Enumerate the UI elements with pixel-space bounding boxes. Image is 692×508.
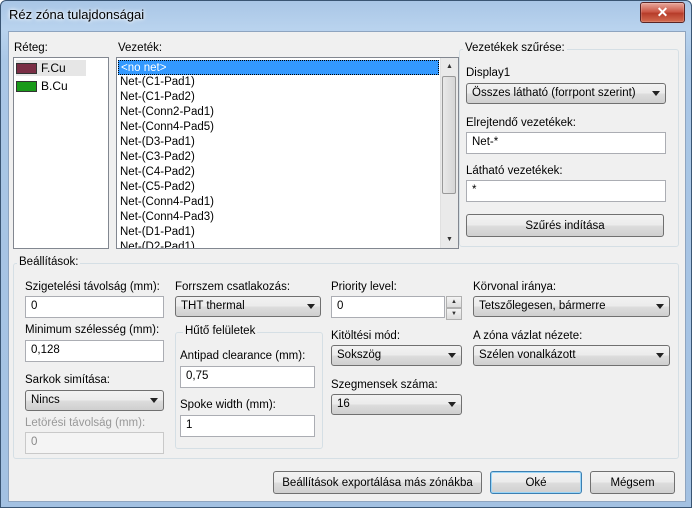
net-list-item[interactable]: Net-(C3-Pad2) bbox=[118, 150, 439, 165]
scroll-thumb[interactable] bbox=[442, 76, 456, 194]
filter-group-label: Vezetékek szűrése: bbox=[463, 42, 567, 54]
layer-list[interactable]: F.Cu B.Cu bbox=[13, 57, 109, 249]
chamfer-input: 0 bbox=[25, 432, 164, 454]
antipad-input[interactable]: 0,75 bbox=[180, 366, 315, 388]
corner-smoothing-select[interactable]: Nincs bbox=[25, 390, 164, 411]
ok-button[interactable]: Oké bbox=[490, 471, 582, 494]
net-list-item[interactable]: Net-(D1-Pad1) bbox=[118, 225, 439, 240]
pad-connection-label: Forrszem csatlakozás: bbox=[175, 281, 291, 293]
pad-connection-select[interactable]: THT thermal bbox=[175, 296, 321, 317]
thermal-group-label: Hűtő felületek bbox=[183, 325, 258, 337]
net-list-item[interactable]: Net-(D3-Pad1) bbox=[118, 135, 439, 150]
arrow-up-icon: ▲ bbox=[451, 299, 457, 305]
net-list-item[interactable]: Net-(Conn4-Pad1) bbox=[118, 195, 439, 210]
outline-direction-select[interactable]: Tetszőlegesen, bármerre bbox=[473, 296, 670, 317]
outline-direction-label: Körvonal iránya: bbox=[473, 281, 557, 293]
apply-filter-button[interactable]: Szűrés indítása bbox=[466, 214, 664, 237]
net-items: <no net> Net-(C1-Pad1) Net-(C1-Pad2) Net-(C… bbox=[118, 60, 439, 248]
fill-mode-value: Sokszög bbox=[337, 349, 382, 361]
spoke-width-input[interactable]: 1 bbox=[180, 415, 315, 437]
net-list-item[interactable]: Net-(C1-Pad2) bbox=[118, 90, 439, 105]
chevron-down-icon bbox=[656, 304, 664, 309]
arrow-up-icon: ▲ bbox=[446, 63, 453, 70]
priority-label: Priority level: bbox=[331, 281, 397, 293]
spin-up-button[interactable]: ▲ bbox=[446, 296, 462, 308]
min-width-input[interactable]: 0,128 bbox=[25, 340, 164, 362]
visible-nets-label: Látható vezetékek: bbox=[466, 165, 563, 177]
dialog-body: Réteg: F.Cu B.Cu Vezeték: <no net> Net-(C… bbox=[8, 31, 686, 502]
outline-direction-value: Tetszőlegesen, bármerre bbox=[479, 300, 606, 312]
outline-view-label: A zóna vázlat nézete: bbox=[473, 330, 583, 342]
title-bar[interactable]: Réz zóna tulajdonságai ✕ bbox=[1, 1, 691, 29]
arrow-down-icon: ▼ bbox=[451, 311, 457, 317]
net-list-item[interactable]: Net-(D2-Pad1) bbox=[118, 240, 439, 248]
net-list-item[interactable]: Net-(C4-Pad2) bbox=[118, 165, 439, 180]
corner-smoothing-label: Sarkok simítása: bbox=[25, 374, 110, 386]
clearance-input[interactable]: 0 bbox=[25, 296, 164, 318]
pad-connection-value: THT thermal bbox=[181, 300, 245, 312]
display-label: Display1 bbox=[466, 67, 511, 79]
segment-count-select[interactable]: 16 bbox=[331, 394, 462, 415]
net-list-item[interactable]: Net-(C5-Pad2) bbox=[118, 180, 439, 195]
layer-item-bcu[interactable]: B.Cu bbox=[16, 78, 86, 94]
layer-name: F.Cu bbox=[41, 61, 66, 75]
cancel-button[interactable]: Mégsem bbox=[590, 471, 675, 494]
chevron-down-icon bbox=[448, 353, 456, 358]
antipad-label: Antipad clearance (mm): bbox=[180, 350, 306, 362]
chevron-down-icon bbox=[652, 91, 660, 96]
net-list-item[interactable]: Net-(C1-Pad1) bbox=[118, 75, 439, 90]
net-list-scrollbar[interactable]: ▲ ▼ bbox=[440, 58, 458, 248]
layer-item-fcu[interactable]: F.Cu bbox=[16, 60, 86, 76]
net-list-item[interactable]: Net-(Conn4-Pad3) bbox=[118, 210, 439, 225]
segment-count-value: 16 bbox=[337, 398, 350, 410]
chevron-down-icon bbox=[448, 402, 456, 407]
fill-mode-select[interactable]: Sokszög bbox=[331, 345, 462, 366]
fill-mode-label: Kitöltési mód: bbox=[331, 330, 401, 342]
net-list-item[interactable]: <no net> bbox=[118, 60, 439, 75]
chamfer-label: Letörési távolság (mm): bbox=[25, 417, 146, 429]
window-title: Réz zóna tulajdonságai bbox=[9, 7, 145, 22]
priority-input[interactable]: 0 bbox=[331, 296, 445, 318]
display-select-value: Összes látható (forrpont szerint) bbox=[472, 87, 636, 99]
close-icon: ✕ bbox=[656, 4, 669, 20]
dialog-window: Réz zóna tulajdonságai ✕ Réteg: F.Cu B.C… bbox=[0, 0, 692, 508]
layer-name: B.Cu bbox=[41, 79, 68, 93]
arrow-down-icon: ▼ bbox=[446, 236, 453, 243]
outline-view-value: Szélen vonalkázott bbox=[479, 349, 576, 361]
scroll-down-button[interactable]: ▼ bbox=[441, 231, 458, 248]
clearance-label: Szigetelési távolság (mm): bbox=[25, 281, 160, 293]
spin-down-button[interactable]: ▼ bbox=[446, 308, 462, 320]
segment-count-label: Szegmensek száma: bbox=[331, 379, 438, 391]
chevron-down-icon bbox=[307, 304, 315, 309]
corner-smoothing-value: Nincs bbox=[31, 394, 60, 406]
layer-label: Réteg: bbox=[14, 42, 48, 54]
settings-group-label: Beállítások: bbox=[17, 256, 81, 268]
net-list[interactable]: <no net> Net-(C1-Pad1) Net-(C1-Pad2) Net-(C… bbox=[116, 57, 459, 249]
scroll-up-button[interactable]: ▲ bbox=[441, 58, 458, 75]
spoke-width-label: Spoke width (mm): bbox=[180, 399, 276, 411]
chevron-down-icon bbox=[656, 353, 664, 358]
visible-nets-input[interactable]: * bbox=[466, 180, 666, 202]
net-label: Vezeték: bbox=[118, 42, 163, 54]
net-list-item[interactable]: Net-(Conn4-Pad5) bbox=[118, 120, 439, 135]
close-button[interactable]: ✕ bbox=[640, 2, 685, 23]
display-select[interactable]: Összes látható (forrpont szerint) bbox=[466, 83, 666, 104]
min-width-label: Minimum szélesség (mm): bbox=[25, 324, 160, 336]
outline-view-select[interactable]: Szélen vonalkázott bbox=[473, 345, 670, 366]
layer-color-swatch bbox=[16, 62, 37, 74]
hidden-nets-label: Elrejtendő vezetékek: bbox=[466, 117, 576, 129]
export-settings-button[interactable]: Beállítások exportálása más zónákba bbox=[273, 471, 482, 494]
chevron-down-icon bbox=[150, 398, 158, 403]
net-list-item[interactable]: Net-(Conn2-Pad1) bbox=[118, 105, 439, 120]
priority-spinner[interactable]: ▲ ▼ bbox=[446, 296, 462, 320]
layer-color-swatch bbox=[16, 80, 37, 92]
hidden-nets-input[interactable]: Net-* bbox=[466, 132, 666, 154]
